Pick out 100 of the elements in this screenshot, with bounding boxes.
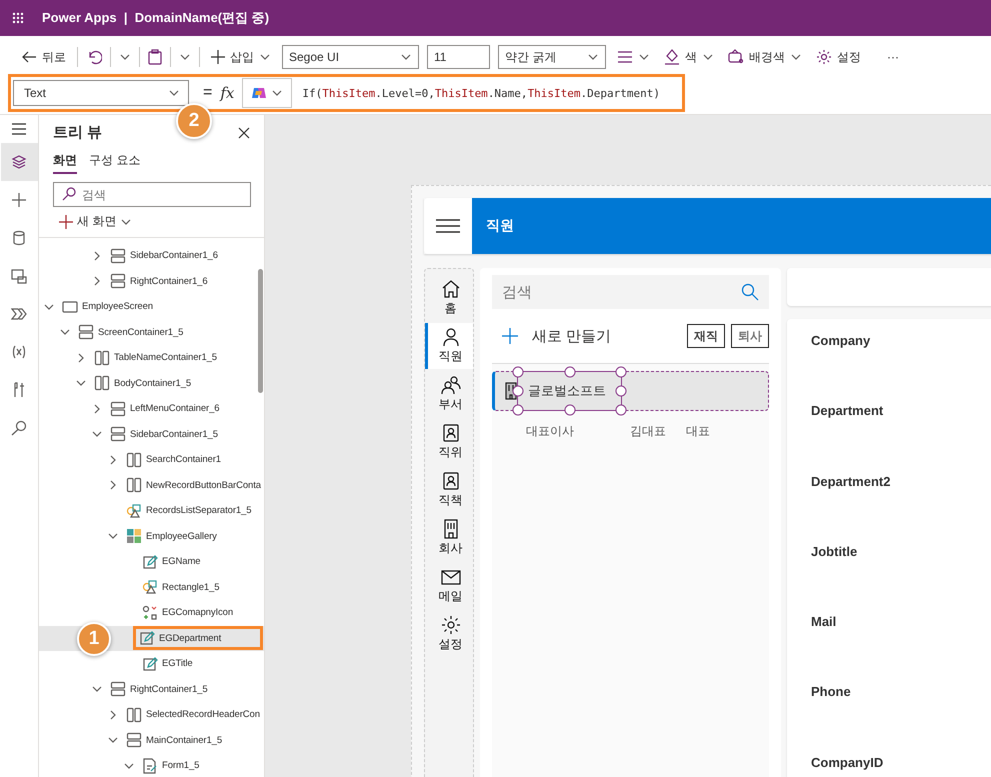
menu-item[interactable]: 부서 xyxy=(425,371,473,417)
clipboard-icon[interactable] xyxy=(148,49,162,65)
callout-badge: 1 xyxy=(77,622,111,656)
tree-item-label: SearchContainer1 xyxy=(146,454,221,466)
tree-item[interactable]: SidebarContainer1_6 xyxy=(39,243,264,268)
menu-icon[interactable] xyxy=(12,123,26,135)
tree-item[interactable]: SidebarContainer1_5 xyxy=(39,422,264,447)
app-grid-icon[interactable] xyxy=(12,12,24,24)
new-screen-button[interactable]: 새 화면 xyxy=(57,211,134,232)
back-button[interactable]: 뒤로 xyxy=(18,46,69,68)
tree-item-label: SidebarContainer1_5 xyxy=(130,428,218,440)
panel-tab[interactable]: 구성 요소 xyxy=(89,152,140,174)
company-name: 글로벌소프트 xyxy=(528,382,606,400)
tree-item[interactable]: Rectangle1_5 xyxy=(39,574,264,600)
resize-handle[interactable] xyxy=(512,366,524,378)
menu-item[interactable]: 직원 xyxy=(425,323,473,369)
tree-item-label: EGTitle xyxy=(162,658,193,670)
tree-item-label: EGName xyxy=(162,556,200,568)
formula-text[interactable]: If(ThisItem.Level=0,ThisItem.Name,ThisItem.Department) xyxy=(302,86,660,100)
rail-layers-button[interactable] xyxy=(0,143,38,181)
tree-item-label: SelectedRecordHeaderCon xyxy=(146,709,260,720)
tree-item[interactable]: SearchContainer1 xyxy=(39,447,264,472)
property-dropdown[interactable]: Text xyxy=(13,80,189,106)
menu-item[interactable]: 회사 xyxy=(425,515,473,561)
edit-label-icon xyxy=(142,656,158,672)
tree-item[interactable]: RightContainer1_6 xyxy=(39,268,264,294)
font-size-field[interactable]: 11 xyxy=(427,45,490,69)
vertical-container-icon xyxy=(126,732,142,748)
filter-button[interactable]: 퇴사 xyxy=(731,324,769,348)
tree-item[interactable]: RecordsListSeparator1_5 xyxy=(39,498,264,524)
tree-item[interactable]: ScreenContainer1_5 xyxy=(39,320,264,345)
fill-button[interactable]: 배경색 xyxy=(725,46,805,68)
menu-button[interactable] xyxy=(424,198,472,254)
tree-item-label: ScreenContainer1_5 xyxy=(98,326,184,338)
search-icon xyxy=(62,187,76,201)
resize-handle[interactable] xyxy=(616,386,626,396)
vertical-container-icon xyxy=(78,324,94,340)
settings-button[interactable]: 설정 xyxy=(813,46,864,68)
arrow-left-icon xyxy=(21,50,37,64)
resize-handle[interactable] xyxy=(616,366,626,378)
horizontal-container-icon xyxy=(126,706,142,723)
resize-handle[interactable] xyxy=(564,366,575,378)
screen-icon xyxy=(62,298,78,315)
color-button[interactable]: 색 xyxy=(661,46,717,68)
tree-item[interactable]: SelectedRecordHeaderCon xyxy=(39,702,264,728)
tree-item[interactable]: EmployeeGallery xyxy=(39,524,264,549)
tree-item[interactable]: BodyContainer1_5 xyxy=(39,370,264,396)
resize-handle[interactable] xyxy=(564,404,575,416)
shapes-icon xyxy=(142,579,158,596)
tree-item[interactable]: RightContainer1_5 xyxy=(39,676,264,702)
menu-item[interactable]: 메일 xyxy=(425,563,473,609)
tree-item-label: Form1_5 xyxy=(162,760,200,772)
menu-icon xyxy=(436,218,460,234)
tree-item[interactable]: LeftMenuContainer_6 xyxy=(39,396,264,422)
menu-item[interactable]: 직위 xyxy=(425,419,473,465)
tree-item-label: RightContainer1_5 xyxy=(130,684,208,695)
search-field[interactable]: 검색 xyxy=(492,275,769,309)
tree-item[interactable]: NewRecordButtonBarConta xyxy=(39,472,264,498)
horizontal-container-icon xyxy=(94,350,110,366)
menu-item[interactable]: 직책 xyxy=(425,467,473,513)
panel-tab[interactable]: 화면 xyxy=(53,152,77,174)
tree-item[interactable]: TableNameContainer1_5 xyxy=(39,345,264,370)
tree-item-label: NewRecordButtonBarConta xyxy=(146,480,261,491)
font-dropdown[interactable]: Segoe UI xyxy=(282,45,419,69)
property-value: Text xyxy=(24,86,46,100)
close-icon[interactable] xyxy=(238,126,250,138)
insert-button[interactable]: 삽입 xyxy=(208,46,274,68)
header-title: 직원 xyxy=(486,217,514,235)
field-label: Jobtitle xyxy=(811,544,858,561)
menu-item[interactable]: 설정 xyxy=(425,611,473,657)
flow-icon xyxy=(11,306,27,322)
tree-item[interactable]: Form1_5 xyxy=(39,753,264,777)
field-label: Department2 xyxy=(811,474,892,491)
search-field[interactable]: 검색 xyxy=(53,182,251,207)
resize-handle[interactable] xyxy=(512,386,524,396)
filter-button[interactable]: 재직 xyxy=(687,324,725,348)
resize-handle[interactable] xyxy=(616,404,626,416)
tree-item-label: EmployeeGallery xyxy=(146,530,217,542)
vertical-container-icon xyxy=(110,273,126,290)
tree-item[interactable]: EGName xyxy=(39,549,264,574)
font-weight-dropdown[interactable]: 약간 굵게 xyxy=(498,45,606,69)
gallery-icon xyxy=(126,528,142,544)
align-lines-icon xyxy=(617,51,633,63)
resize-handle[interactable] xyxy=(512,404,524,416)
field-label: CompanyID xyxy=(811,754,884,772)
tree-item[interactable]: EmployeeScreen xyxy=(39,294,264,320)
plus-icon xyxy=(211,50,225,64)
copilot-button[interactable] xyxy=(242,78,292,108)
tree-item-label: LeftMenuContainer_6 xyxy=(130,403,220,414)
plus-icon xyxy=(11,192,27,208)
field-label: Mail xyxy=(811,614,838,632)
menu-item[interactable]: 홈 xyxy=(425,275,473,321)
tree-item[interactable]: MainContainer1_5 xyxy=(39,728,264,753)
new-record-button[interactable]: 새로 만들기 xyxy=(492,326,612,346)
record-text: 김대표 xyxy=(630,423,667,440)
more-button[interactable]: ··· xyxy=(884,48,902,66)
equals-sign: = xyxy=(203,84,212,102)
scrollbar[interactable] xyxy=(258,269,263,393)
font-weight-value: 약간 굵게 xyxy=(505,48,556,66)
tree-item-label: RightContainer1_6 xyxy=(130,276,208,287)
